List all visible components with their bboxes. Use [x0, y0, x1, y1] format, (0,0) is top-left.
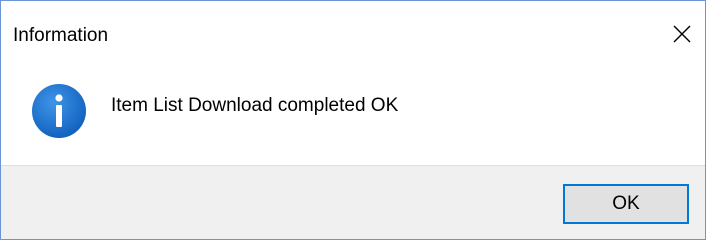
info-icon	[32, 84, 86, 138]
information-dialog: Information Item List Download completed…	[0, 0, 706, 240]
ok-button[interactable]: OK	[563, 184, 689, 224]
window-title: Information	[13, 25, 109, 46]
close-icon	[673, 25, 691, 43]
close-button[interactable]	[659, 11, 705, 57]
dialog-content: Item List Download completed OK	[1, 73, 705, 165]
title-bar[interactable]: Information	[1, 1, 705, 73]
button-bar: OK	[1, 165, 705, 239]
message-text: Item List Download completed OK	[111, 95, 399, 116]
